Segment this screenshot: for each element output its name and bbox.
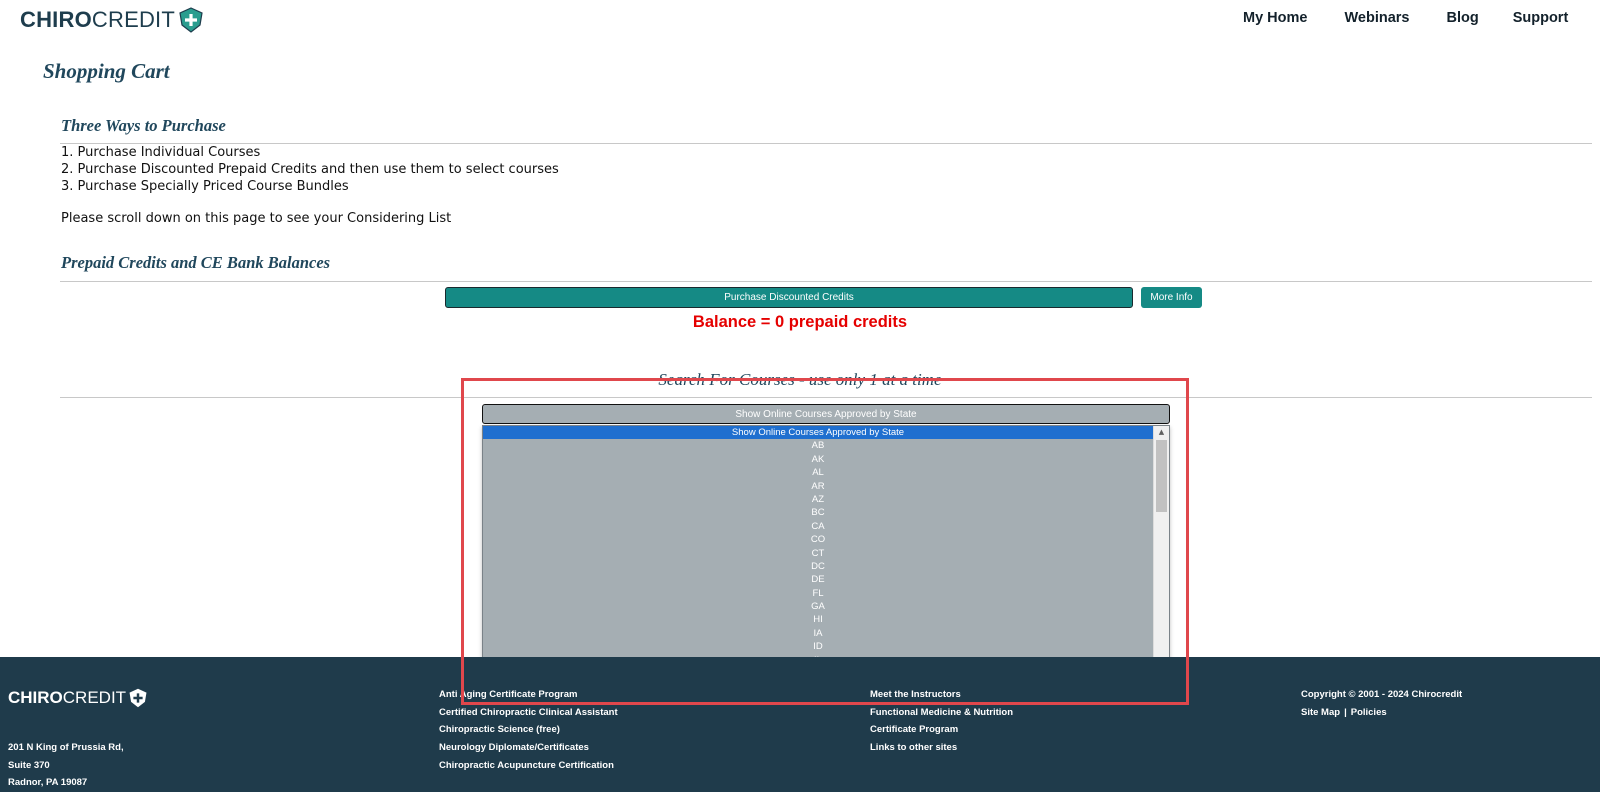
dropdown-option[interactable]: CO [483, 533, 1153, 546]
purchase-options-list: 1. Purchase Individual Courses 2. Purcha… [61, 144, 559, 195]
divider [60, 281, 1592, 282]
footer-link[interactable]: Anti Aging Certificate Program [439, 686, 618, 704]
dropdown-option-default[interactable]: Show Online Courses Approved by State [483, 426, 1153, 440]
dropdown-option[interactable]: BC [483, 506, 1153, 519]
dropdown-option[interactable]: FL [483, 587, 1153, 600]
address-line: Radnor, PA 19087 [8, 777, 88, 788]
footer [0, 657, 1600, 792]
site-map-link[interactable]: Site Map [1301, 704, 1340, 722]
separator: | [1344, 706, 1347, 718]
address-line: Suite 370 [8, 759, 50, 771]
footer-copyright-block: Copyright © 2001 - 2024 Chirocredit Site… [1301, 686, 1462, 721]
dropdown-option[interactable]: GA [483, 600, 1153, 613]
dropdown-option[interactable]: HI [483, 613, 1153, 626]
site-logo[interactable]: CHIROCREDIT [20, 4, 204, 36]
dropdown-option[interactable]: DE [483, 573, 1153, 586]
dropdown-option[interactable]: CA [483, 520, 1153, 533]
list-item: 2. Purchase Discounted Prepaid Credits a… [61, 162, 559, 177]
purchase-credits-button[interactable]: Purchase Discounted Credits [445, 287, 1133, 308]
footer-logo[interactable]: CHIROCREDIT [8, 688, 148, 708]
dropdown-options: Show Online Courses Approved by State AB A… [483, 426, 1153, 693]
dropdown-scrollbar[interactable]: ▲ ▼ [1153, 426, 1169, 693]
balance-text: Balance = 0 prepaid credits [692, 313, 908, 331]
footer-link[interactable]: Certificate Program [870, 721, 1013, 739]
footer-links-col2: Meet the Instructors Functional Medicine… [870, 686, 1013, 757]
state-select[interactable]: Show Online Courses Approved by State [482, 404, 1170, 424]
main-nav: My Home Webinars Blog Support L [1243, 10, 1600, 26]
footer-logo-wordmark: CHIROCREDIT [8, 688, 127, 707]
more-info-button[interactable]: More Info [1141, 287, 1202, 308]
footer-link[interactable]: Chiropractic Acupuncture Certification [439, 757, 618, 775]
copyright-text: Copyright © 2001 - 2024 Chirocredit [1301, 689, 1463, 700]
scroll-note: Please scroll down on this page to see y… [61, 211, 452, 226]
footer-link[interactable]: Functional Medicine & Nutrition [870, 704, 1013, 722]
nav-webinars[interactable]: Webinars [1344, 10, 1409, 26]
policies-link[interactable]: Policies [1351, 704, 1387, 722]
dropdown-option[interactable]: AR [483, 480, 1153, 493]
footer-link[interactable]: Links to other sites [870, 739, 1013, 757]
state-dropdown-list[interactable]: Show Online Courses Approved by State AB A… [482, 425, 1170, 694]
dropdown-option[interactable]: AK [483, 453, 1153, 466]
list-item: 1. Purchase Individual Courses [61, 145, 261, 160]
dropdown-option[interactable]: AB [483, 439, 1153, 452]
footer-link[interactable]: Chiropractic Science (free) [439, 721, 618, 739]
page-title: Shopping Cart [43, 59, 170, 83]
footer-link[interactable]: Meet the Instructors [870, 686, 1013, 704]
footer-link[interactable]: Certified Chiropractic Clinical Assistan… [439, 704, 618, 722]
address-line: 201 N King of Prussia Rd, [8, 742, 124, 753]
list-item: 3. Purchase Specially Priced Course Bund… [61, 179, 349, 194]
dropdown-option[interactable]: AL [483, 466, 1153, 479]
scroll-up-icon[interactable]: ▲ [1154, 426, 1169, 439]
dropdown-option[interactable]: CT [483, 547, 1153, 560]
dropdown-option[interactable]: ID [483, 640, 1153, 653]
search-heading: Search For Courses - use only 1 at a tim… [658, 370, 942, 389]
dropdown-option[interactable]: IA [483, 627, 1153, 640]
divider [60, 397, 1592, 398]
logo-wordmark: CHIROCREDIT [20, 7, 175, 32]
purchase-options-heading: Three Ways to Purchase [61, 116, 226, 135]
footer-shield-icon [129, 688, 147, 708]
scrollbar-thumb[interactable] [1156, 440, 1167, 512]
nav-my-home[interactable]: My Home [1243, 10, 1307, 26]
footer-links-col1: Anti Aging Certificate Program Certified… [439, 686, 618, 775]
dropdown-option[interactable]: AZ [483, 493, 1153, 506]
footer-link[interactable]: Neurology Diplomate/Certificates [439, 739, 618, 757]
footer-address: 201 N King of Prussia Rd, Suite 370 Radn… [8, 739, 124, 792]
logo-shield-icon [179, 7, 203, 33]
footer-legal-links: Site Map | Policies [1301, 704, 1462, 722]
nav-blog[interactable]: Blog [1446, 10, 1478, 26]
credits-heading: Prepaid Credits and CE Bank Balances [61, 253, 331, 272]
nav-support[interactable]: Support [1513, 10, 1569, 26]
dropdown-option[interactable]: DC [483, 560, 1153, 573]
